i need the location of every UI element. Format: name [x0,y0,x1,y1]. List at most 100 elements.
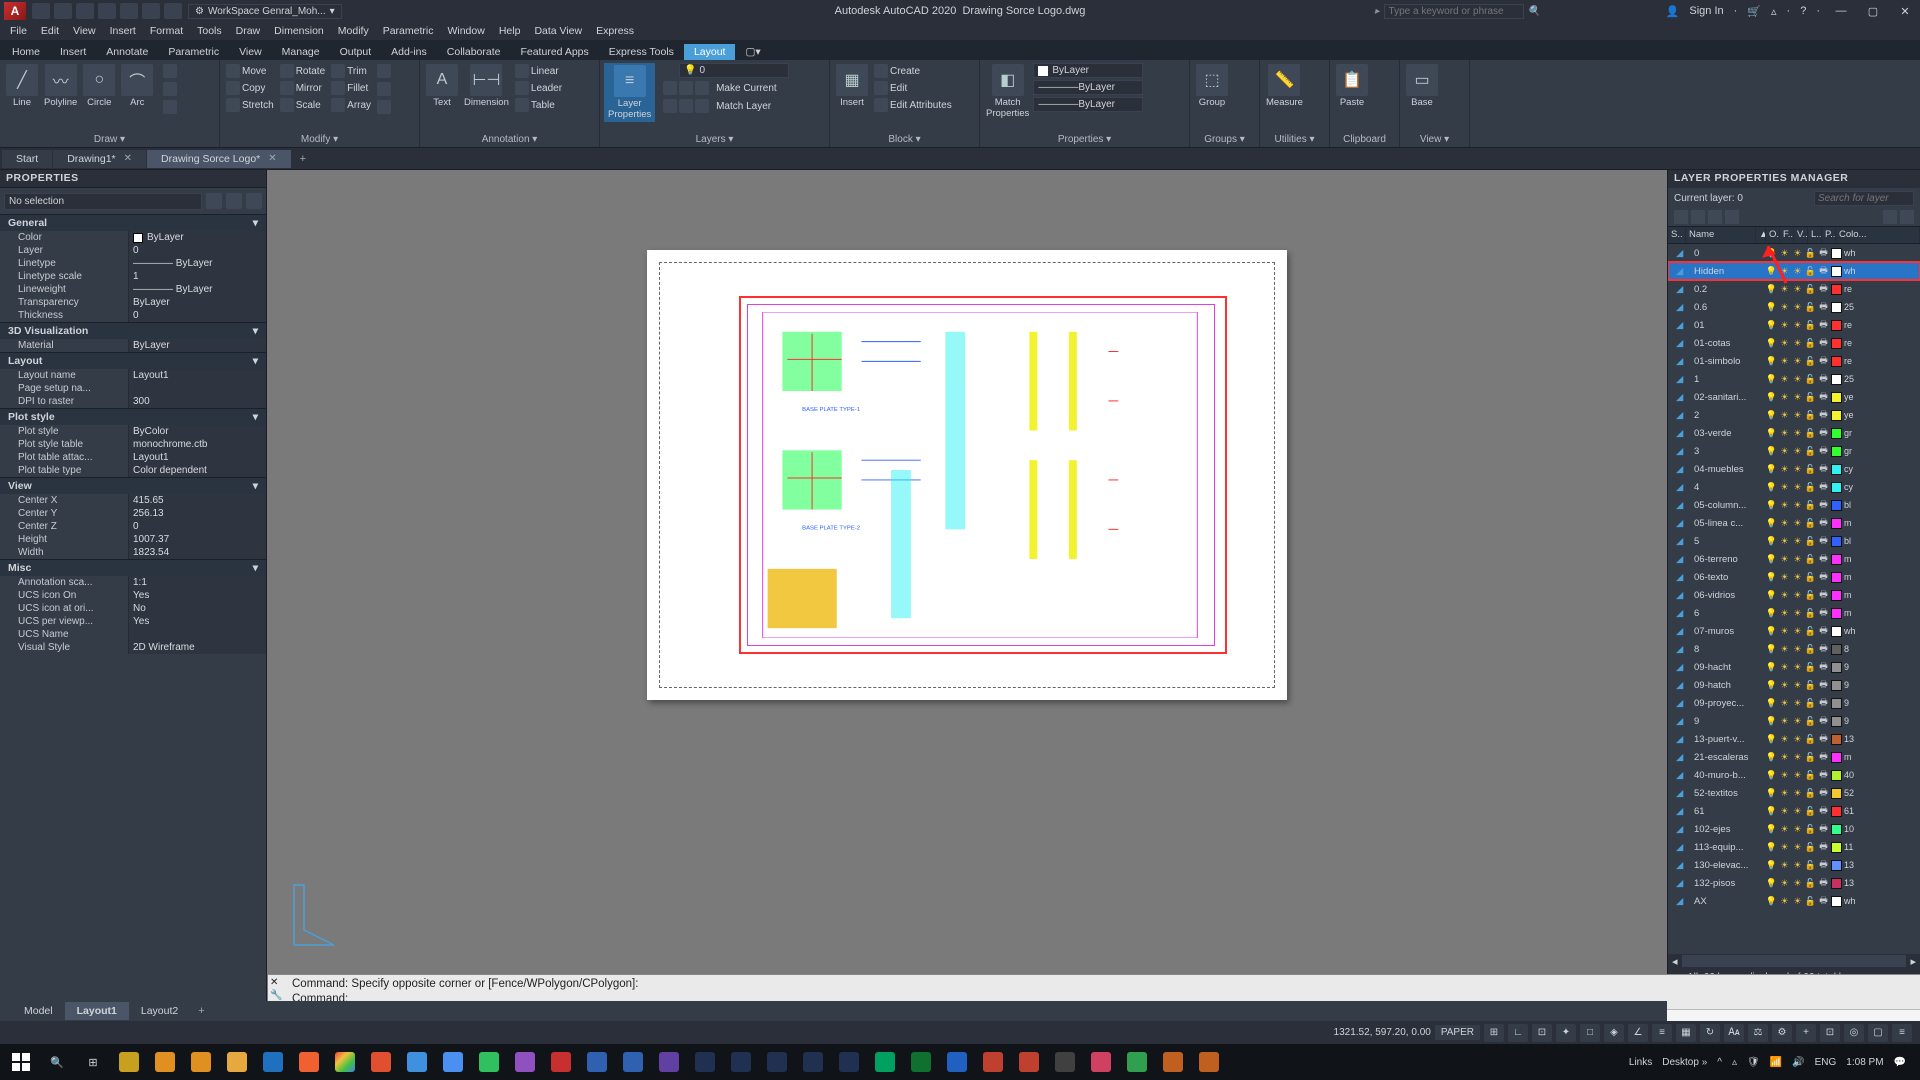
match-properties-button[interactable]: ◧Match Properties [984,63,1031,120]
col-plot[interactable]: P.. [1822,227,1836,243]
layer-row[interactable]: ◢4💡☀☀🔓🖶cy [1668,478,1920,496]
app-icon[interactable] [904,1047,938,1077]
app-icon[interactable] [940,1047,974,1077]
qat-undo-icon[interactable] [142,3,160,19]
doctab[interactable]: Drawing1*✕ [53,150,146,168]
selection-combo[interactable]: No selection [4,193,202,210]
match-layer-button[interactable]: Match Layer [661,98,789,114]
polyline-button[interactable]: 〰Polyline [42,63,79,109]
tray-lang[interactable]: ENG [1815,1057,1837,1068]
property-row[interactable]: Lineweight———— ByLayer [0,283,266,296]
props-section-header[interactable]: General▾ [0,214,266,231]
menu-tools[interactable]: Tools [197,25,222,37]
tray-icon[interactable]: 🛡 [1747,1057,1760,1068]
layer-row[interactable]: ◢01-cotas💡☀☀🔓🖶re [1668,334,1920,352]
ribbon-tab-output[interactable]: Output [330,44,382,60]
app-icon[interactable] [976,1047,1010,1077]
rotate-button[interactable]: Rotate [278,63,327,79]
lineweight-toggle[interactable]: ≡ [1652,1024,1672,1042]
select-object-icon[interactable] [226,193,242,209]
trim-button[interactable]: Trim [329,63,373,79]
array-button[interactable]: Array [329,97,373,113]
property-row[interactable]: TransparencyByLayer [0,296,266,309]
app-icon[interactable] [1048,1047,1082,1077]
a360-icon[interactable]: ▵ [1771,5,1777,18]
group-button[interactable]: ⬚Group [1194,63,1230,109]
color-combo[interactable]: ByLayer [1033,63,1143,78]
layer-row[interactable]: ◢02-sanitari...💡☀☀🔓🖶ye [1668,388,1920,406]
menu-express[interactable]: Express [596,25,634,37]
stretch-button[interactable]: Stretch [224,97,276,113]
start-button[interactable] [4,1047,38,1077]
grid-toggle[interactable]: ⊞ [1484,1024,1504,1042]
app-icon[interactable] [688,1047,722,1077]
delete-layer-icon[interactable] [1708,210,1722,224]
property-row[interactable]: Linetype———— ByLayer [0,257,266,270]
property-row[interactable]: Plot table typeColor dependent [0,464,266,477]
ribbon-tab-expresstools[interactable]: Express Tools [599,44,684,60]
property-row[interactable]: Layout nameLayout1 [0,369,266,382]
layer-row[interactable]: ◢9💡☀☀🔓🖶9 [1668,712,1920,730]
layer-search-input[interactable] [1814,191,1914,206]
layer-row[interactable]: ◢132-pisos💡☀☀🔓🖶13 [1668,874,1920,892]
tool-icon[interactable] [161,81,179,97]
menu-format[interactable]: Format [150,25,183,37]
property-row[interactable]: Linetype scale1 [0,270,266,283]
tray-links[interactable]: Links [1629,1057,1652,1068]
property-row[interactable]: MaterialByLayer [0,339,266,352]
autocad-taskbar-icon[interactable] [544,1047,578,1077]
menu-view[interactable]: View [73,25,96,37]
app-icon[interactable] [1156,1047,1190,1077]
line-button[interactable]: ╱Line [4,63,40,109]
layer-row[interactable]: ◢06-terreno💡☀☀🔓🖶m [1668,550,1920,568]
panel-label-annotation[interactable]: Annotation ▾ [424,133,595,146]
help-search-input[interactable] [1384,4,1524,19]
tray-icon[interactable]: 📶 [1770,1057,1782,1068]
props-section-header[interactable]: View▾ [0,477,266,494]
cycling-toggle[interactable]: ↻ [1700,1024,1720,1042]
qat-open-icon[interactable] [54,3,72,19]
leader-button[interactable]: Leader [513,80,564,96]
property-row[interactable]: Center X415.65 [0,494,266,507]
app-icon[interactable] [472,1047,506,1077]
space-button[interactable]: PAPER [1435,1025,1480,1040]
property-row[interactable]: Center Y256.13 [0,507,266,520]
app-icon[interactable] [112,1047,146,1077]
app-icon[interactable] [400,1047,434,1077]
annoscale-toggle[interactable]: 🗛 [1724,1024,1744,1042]
app-icon[interactable] [436,1047,470,1077]
panel-label-draw[interactable]: Draw ▾ [4,133,215,146]
property-row[interactable]: Plot styleByColor [0,425,266,438]
app-icon[interactable] [1192,1047,1226,1077]
layer-row[interactable]: ◢5💡☀☀🔓🖶bl [1668,532,1920,550]
menu-file[interactable]: File [10,25,27,37]
ortho-toggle[interactable]: ⊡ [1532,1024,1552,1042]
lineweight-combo[interactable]: ———— ByLayer [1033,80,1143,95]
property-row[interactable]: UCS Name [0,628,266,641]
fillet-button[interactable]: Fillet [329,80,373,96]
ribbon-tab-add-ins[interactable]: Add-ins [381,44,437,60]
panel-label-properties[interactable]: Properties ▾ [984,133,1185,146]
minimize-button[interactable]: — [1830,3,1852,19]
new-doc-button[interactable]: + [292,150,314,168]
app-icon[interactable] [328,1047,362,1077]
panel-label-utilities[interactable]: Utilities ▾ [1264,133,1325,146]
props-section-header[interactable]: Plot style▾ [0,408,266,425]
dimension-button[interactable]: ⊢⊣Dimension [462,63,511,109]
app-icon[interactable] [220,1047,254,1077]
ribbon-tab-home[interactable]: Home [2,44,50,60]
layer-row[interactable]: ◢8💡☀☀🔓🖶8 [1668,640,1920,658]
customize-button[interactable]: ≡ [1892,1024,1912,1042]
snap-toggle[interactable]: ∟ [1508,1024,1528,1042]
copy-button[interactable]: Copy [224,80,276,96]
col-name[interactable]: Name [1686,227,1756,243]
layer-row[interactable]: ◢52-textitos💡☀☀🔓🖶52 [1668,784,1920,802]
layer-row[interactable]: ◢09-proyec...💡☀☀🔓🖶9 [1668,694,1920,712]
col-status[interactable]: S.. [1668,227,1686,243]
app-icon[interactable] [760,1047,794,1077]
linetype-combo[interactable]: ———— ByLayer [1033,97,1143,112]
app-logo[interactable]: A [4,2,26,20]
panel-label-clipboard[interactable]: Clipboard [1334,133,1395,146]
props-section-header[interactable]: Misc▾ [0,559,266,576]
layer-tool-icon[interactable] [673,63,677,78]
